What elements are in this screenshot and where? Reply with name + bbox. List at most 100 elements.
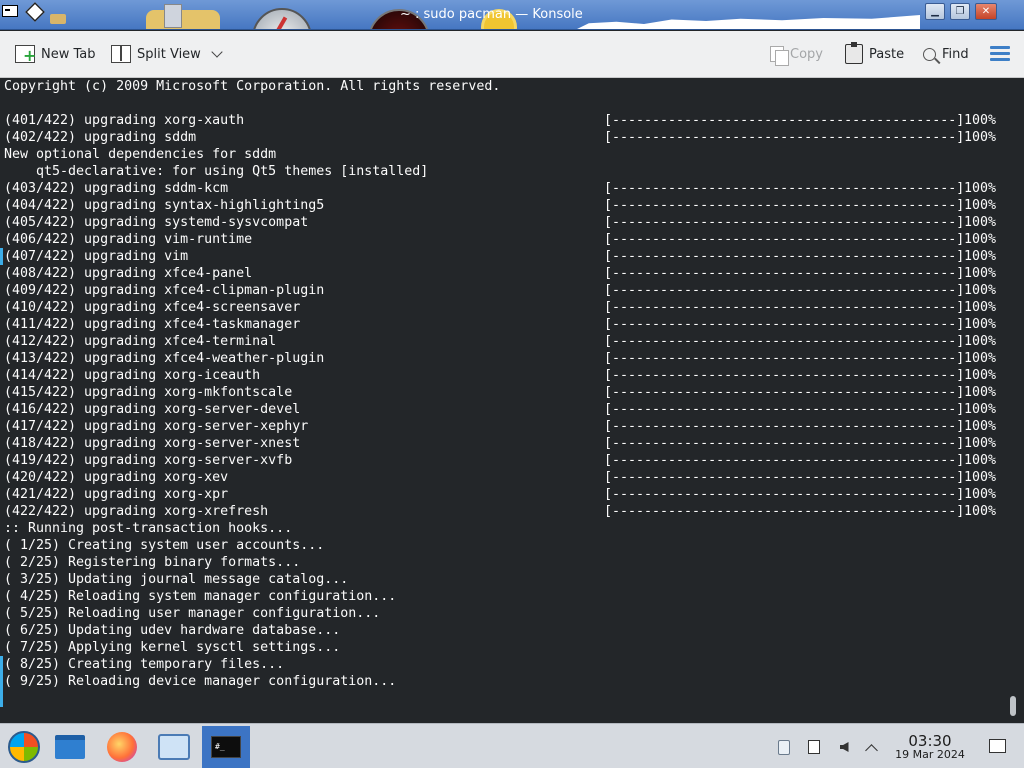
hook-line: ( 9/25) Reloading device manager configu…	[4, 674, 397, 689]
progress-percent: 100%	[964, 402, 997, 417]
hamburger-menu-icon[interactable]	[990, 46, 1010, 62]
progress-percent: 100%	[964, 215, 997, 230]
new-tab-button[interactable]: New Tab	[15, 43, 96, 65]
upgrade-row: (410/422) upgrading xfce4-screensaver [--…	[0, 299, 1000, 316]
upgrade-label: (418/422) upgrading xorg-server-xnest	[4, 436, 301, 451]
copy-label: Copy	[790, 46, 823, 62]
window-title: ~ : sudo pacman — Konsole	[400, 7, 583, 22]
new-tab-label: New Tab	[41, 46, 96, 62]
progress-percent: 100%	[964, 470, 997, 485]
upgrade-label: (411/422) upgrading xfce4-taskmanager	[4, 317, 301, 332]
taskbar-firefox[interactable]	[98, 726, 146, 768]
progress-percent: 100%	[964, 487, 997, 502]
search-icon	[923, 47, 936, 61]
chevron-down-icon[interactable]	[211, 46, 223, 58]
upgrade-label: (413/422) upgrading xfce4-weather-plugin	[4, 351, 325, 366]
upgrade-label: (401/422) upgrading xorg-xauth	[4, 113, 245, 128]
upgrade-row: (402/422) upgrading sddm [---------------…	[0, 129, 1000, 146]
taskbar: #_ 03:30 19 Mar 2024	[0, 723, 1024, 768]
upgrade-label: (402/422) upgrading sddm	[4, 130, 197, 145]
progress-percent: 100%	[964, 385, 997, 400]
start-menu-button[interactable]	[0, 726, 48, 768]
paste-icon	[845, 42, 863, 64]
progress-bar: [---------------------------------------…	[604, 266, 965, 281]
upgrade-row: (407/422) upgrading vim [----------------…	[0, 248, 1000, 265]
new-tab-icon	[15, 45, 36, 64]
progress-bar: [---------------------------------------…	[604, 300, 965, 315]
upgrade-row: (412/422) upgrading xfce4-terminal [-----…	[0, 333, 1000, 350]
split-view-button[interactable]: Split View	[111, 43, 223, 65]
progress-bar: [---------------------------------------…	[604, 436, 965, 451]
progress-bar: [---------------------------------------…	[604, 453, 965, 468]
titlebar-decoration-left	[50, 14, 66, 24]
window-menu-icon[interactable]	[2, 5, 18, 17]
paste-button[interactable]: Paste	[845, 42, 905, 65]
minimize-button[interactable]: ▁	[925, 3, 945, 20]
hooks-header-line: :: Running post-transaction hooks...	[4, 521, 293, 536]
taskbar-file-manager[interactable]	[46, 726, 94, 768]
copy-button[interactable]: Copy	[770, 43, 823, 66]
show-desktop-icon[interactable]	[989, 739, 1006, 753]
progress-bar: [---------------------------------------…	[604, 283, 965, 298]
notes-icon	[808, 740, 820, 754]
progress-bar: [---------------------------------------…	[604, 249, 965, 264]
upgrade-row: (421/422) upgrading xorg-xpr [-----------…	[0, 486, 1000, 503]
tray-expand[interactable]	[862, 738, 880, 757]
window-titlebar[interactable]: ~ : sudo pacman — Konsole ▁ ❐ ✕	[0, 0, 1024, 30]
terminal-scrollbar[interactable]	[1010, 696, 1016, 716]
volume-tray[interactable]	[835, 738, 853, 756]
progress-bar: [---------------------------------------…	[604, 113, 965, 128]
upgrade-row: (404/422) upgrading syntax-highlighting5…	[0, 197, 1000, 214]
copyright-line: Copyright (c) 2009 Microsoft Corporation…	[4, 79, 501, 94]
upgrade-label: (406/422) upgrading vim-runtime	[4, 232, 253, 247]
progress-percent: 100%	[964, 198, 997, 213]
upgrade-label: (409/422) upgrading xfce4-clipman-plugin	[4, 283, 325, 298]
progress-percent: 100%	[964, 351, 997, 366]
progress-percent: 100%	[964, 283, 997, 298]
taskbar-konsole[interactable]: #_	[202, 726, 250, 768]
paste-label: Paste	[869, 46, 905, 62]
deps-item-line: qt5-declarative: for using Qt5 themes [i…	[4, 164, 429, 179]
firefox-icon	[107, 732, 137, 762]
upgrade-row: (406/422) upgrading vim-runtime [--------…	[0, 231, 1000, 248]
upgrade-label: (415/422) upgrading xorg-mkfontscale	[4, 385, 293, 400]
keep-above-icon[interactable]	[25, 2, 45, 22]
close-button[interactable]: ✕	[975, 3, 997, 20]
upgrade-label: (417/422) upgrading xorg-server-xephyr	[4, 419, 309, 434]
progress-percent: 100%	[964, 232, 997, 247]
clipboard-tray[interactable]	[775, 738, 793, 756]
progress-percent: 100%	[964, 113, 997, 128]
progress-bar: [---------------------------------------…	[604, 232, 965, 247]
upgrade-label: (420/422) upgrading xorg-xev	[4, 470, 229, 485]
hook-line: ( 7/25) Applying kernel sysctl settings.…	[4, 640, 341, 655]
notes-tray[interactable]	[805, 738, 823, 756]
terminal-output[interactable]: Copyright (c) 2009 Microsoft Corporation…	[0, 78, 1024, 723]
progress-bar: [---------------------------------------…	[604, 368, 965, 383]
progress-percent: 100%	[964, 317, 997, 332]
progress-bar: [---------------------------------------…	[604, 181, 965, 196]
progress-percent: 100%	[964, 368, 997, 383]
volume-muted-icon	[839, 742, 849, 752]
find-button[interactable]: Find	[923, 43, 969, 65]
deps-header-line: New optional dependencies for sddm	[4, 147, 277, 162]
upgrade-label: (405/422) upgrading systemd-sysvcompat	[4, 215, 309, 230]
progress-percent: 100%	[964, 266, 997, 281]
upgrade-row: (414/422) upgrading xorg-iceauth [-------…	[0, 367, 1000, 384]
upgrade-label: (416/422) upgrading xorg-server-devel	[4, 402, 301, 417]
upgrade-row: (419/422) upgrading xorg-server-xvfb [---…	[0, 452, 1000, 469]
upgrade-row: (401/422) upgrading xorg-xauth [---------…	[0, 112, 1000, 129]
upgrade-label: (408/422) upgrading xfce4-panel	[4, 266, 253, 281]
progress-bar: [---------------------------------------…	[604, 130, 965, 145]
hook-line: ( 6/25) Updating udev hardware database.…	[4, 623, 341, 638]
hook-line: ( 3/25) Updating journal message catalog…	[4, 572, 349, 587]
konsole-icon: #_	[211, 736, 241, 758]
progress-bar: [---------------------------------------…	[604, 402, 965, 417]
clipboard-icon	[778, 739, 790, 755]
taskbar-system-settings[interactable]	[150, 726, 198, 768]
upgrade-row: (411/422) upgrading xfce4-taskmanager [--…	[0, 316, 1000, 333]
progress-percent: 100%	[964, 181, 997, 196]
clock-date[interactable]: 19 Mar 2024	[888, 748, 972, 761]
maximize-button[interactable]: ❐	[950, 3, 970, 20]
upgrade-row: (418/422) upgrading xorg-server-xnest [--…	[0, 435, 1000, 452]
upgrade-label: (422/422) upgrading xorg-xrefresh	[4, 504, 269, 519]
